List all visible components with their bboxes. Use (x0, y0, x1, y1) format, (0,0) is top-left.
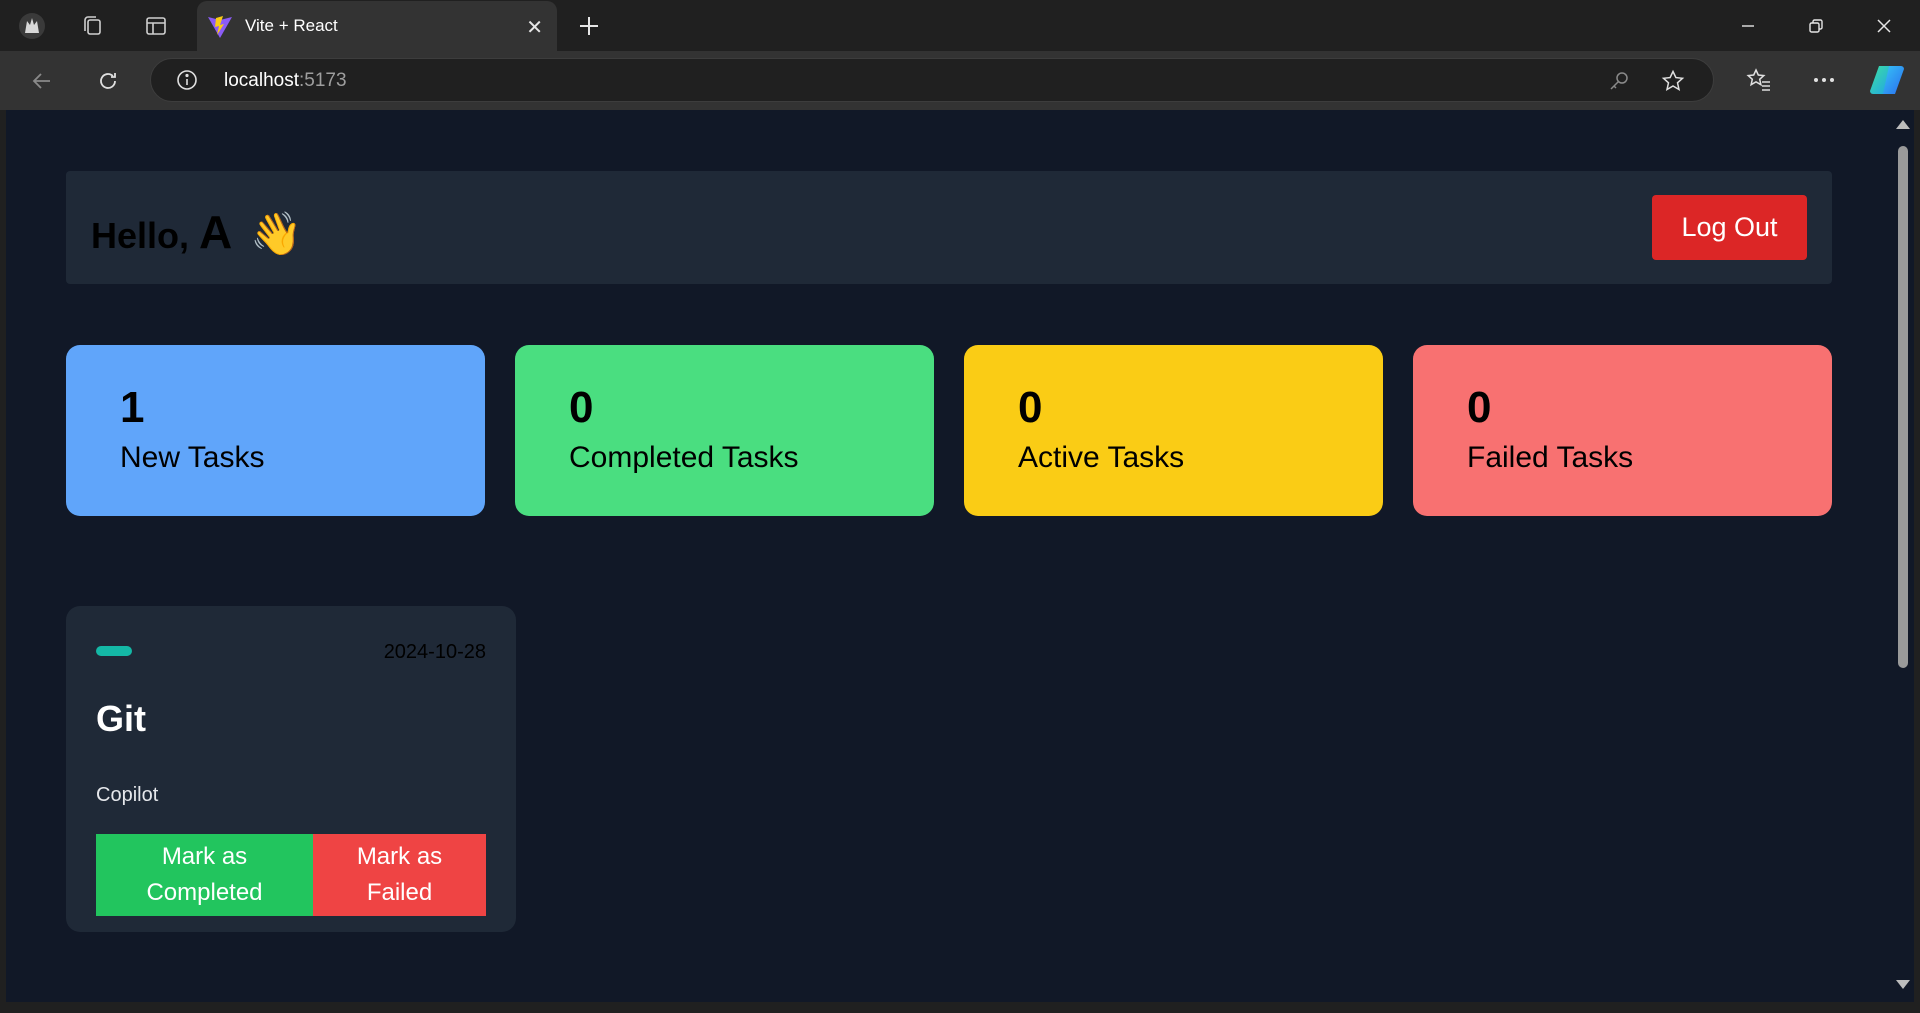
url-text: localhost:5173 (224, 70, 347, 92)
vertical-tabs-icon[interactable] (142, 0, 170, 51)
task-title: Git (96, 698, 146, 739)
stat-label: New Tasks (120, 441, 265, 474)
stat-count: 0 (1467, 383, 1492, 432)
collections-icon[interactable] (78, 0, 108, 51)
vertical-scrollbar[interactable] (1892, 110, 1914, 1002)
url-port: :5173 (299, 70, 347, 91)
close-tab-icon[interactable]: ✕ (526, 15, 543, 40)
favorites-icon[interactable] (1744, 65, 1774, 95)
stat-card-active-tasks: 0 Active Tasks (964, 345, 1383, 516)
browser-toolbar: localhost:5173 (0, 51, 1920, 110)
profile-icon[interactable] (14, 0, 50, 51)
tab-title: Vite + React (245, 16, 338, 35)
task-card: 2024-10-28 Git Copilot Mark as Completed… (66, 606, 516, 932)
new-tab-icon[interactable] (574, 0, 604, 51)
back-icon[interactable] (26, 65, 58, 97)
stat-card-failed-tasks: 0 Failed Tasks (1413, 345, 1832, 516)
page-viewport: Hello, A 👋 Log Out 1 New Tasks 0 Complet… (6, 110, 1892, 1002)
user-name: A (199, 206, 233, 258)
greeting-text: Hello, (91, 215, 190, 256)
task-date: 2024-10-28 (383, 641, 486, 663)
stat-count: 0 (1018, 383, 1043, 432)
stat-count: 0 (569, 383, 594, 432)
address-bar[interactable]: localhost:5173 (150, 58, 1714, 102)
task-description: Copilot (96, 784, 159, 806)
dashboard-header: Hello, A 👋 Log Out (66, 171, 1832, 284)
category-tag (96, 646, 132, 656)
copilot-icon[interactable] (1868, 63, 1906, 97)
site-info-icon[interactable] (175, 68, 199, 92)
stat-count: 1 (120, 383, 145, 432)
minimize-icon[interactable] (1714, 0, 1782, 51)
refresh-icon[interactable] (92, 65, 124, 97)
stat-label: Active Tasks (1018, 441, 1185, 474)
window-bottom-edge (0, 1002, 1920, 1013)
favorite-star-icon[interactable] (1660, 68, 1686, 94)
scroll-down-icon[interactable] (1896, 980, 1910, 989)
tab-vite-react[interactable]: Vite + React ✕ (197, 1, 557, 51)
password-key-icon[interactable] (1607, 69, 1631, 93)
vite-favicon (207, 15, 233, 39)
mark-failed-button[interactable]: Mark as Failed (313, 834, 486, 916)
scrollbar-thumb[interactable] (1898, 146, 1908, 668)
logout-button[interactable]: Log Out (1652, 195, 1807, 260)
mark-completed-button[interactable]: Mark as Completed (96, 834, 313, 916)
wave-emoji-icon: 👋 (250, 210, 303, 257)
browser-tab-bar: Vite + React ✕ (0, 0, 1920, 51)
restore-icon[interactable] (1782, 0, 1850, 51)
scroll-up-icon[interactable] (1896, 120, 1910, 129)
stat-card-completed-tasks: 0 Completed Tasks (515, 345, 934, 516)
stat-label: Completed Tasks (569, 441, 799, 474)
more-icon[interactable] (1808, 65, 1840, 95)
stat-label: Failed Tasks (1467, 441, 1634, 474)
stat-card-new-tasks: 1 New Tasks (66, 345, 485, 516)
greeting: Hello, A 👋 (91, 205, 303, 259)
close-window-icon[interactable] (1850, 0, 1918, 51)
url-host: localhost (224, 70, 299, 91)
